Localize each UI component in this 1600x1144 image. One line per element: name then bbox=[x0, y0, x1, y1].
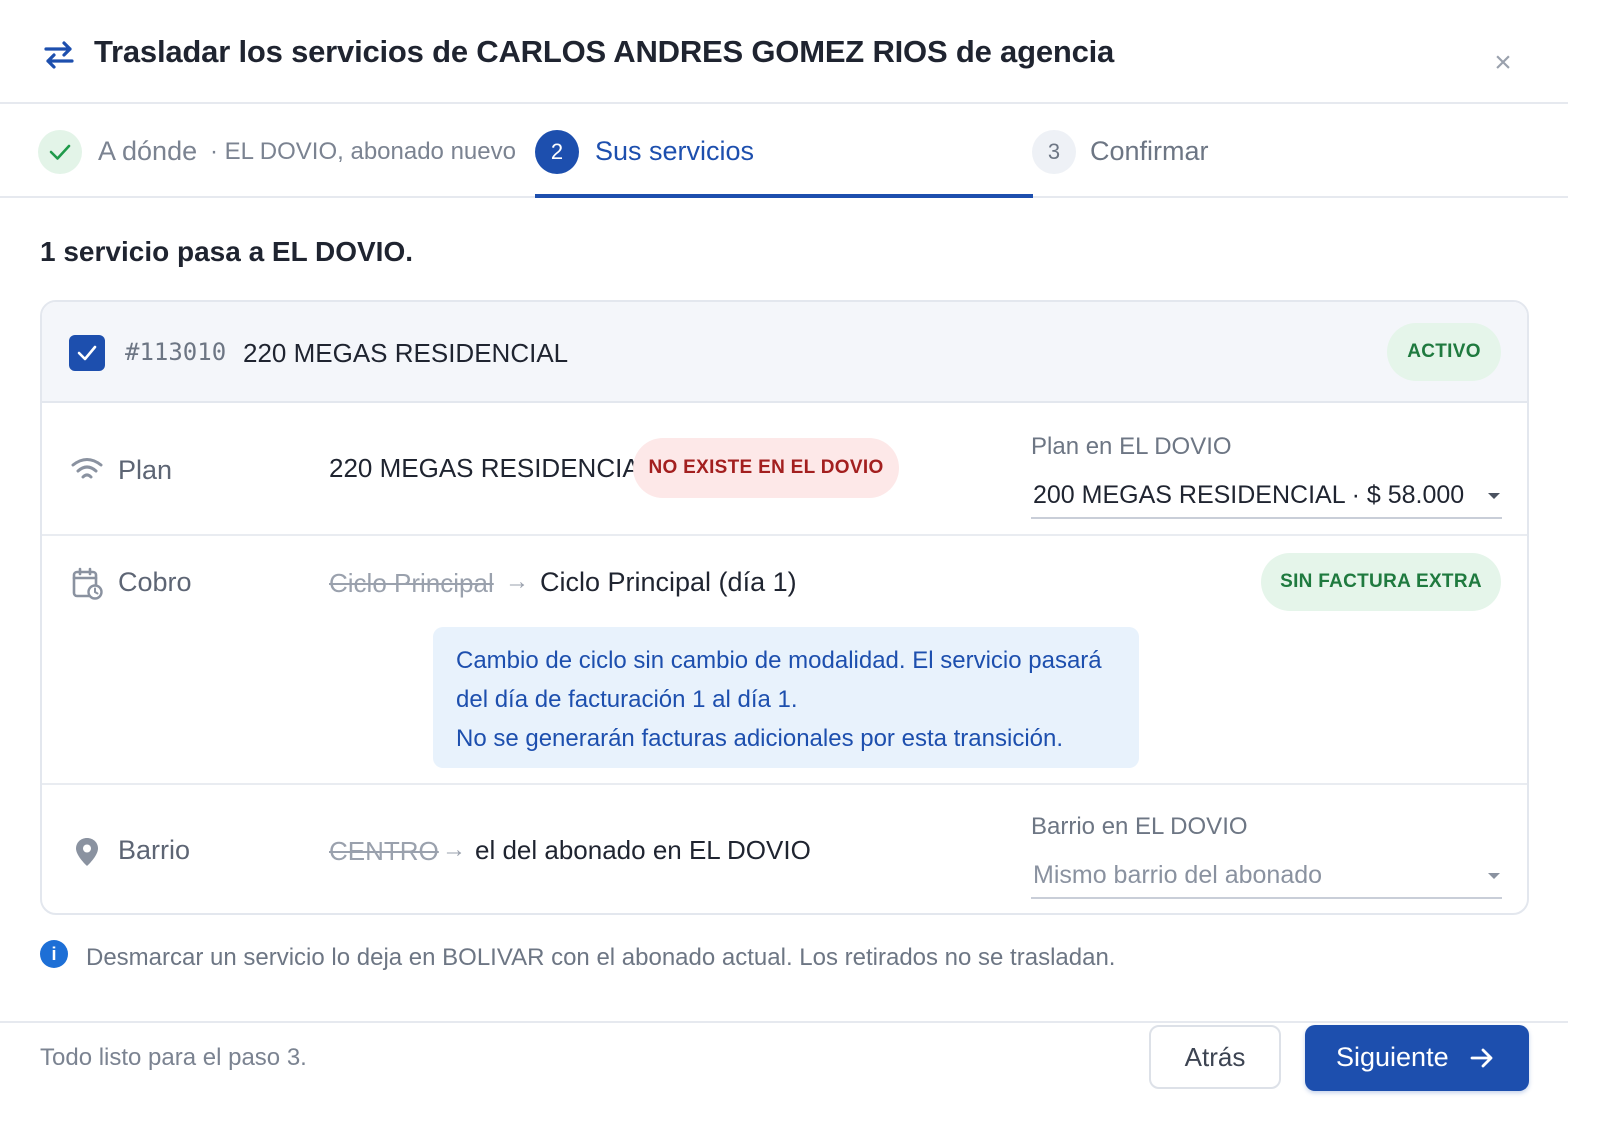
dialog-header: Trasladar los servicios de CARLOS ANDRES… bbox=[0, 0, 1568, 104]
plan-select-value: 200 MEGAS RESIDENCIAL · $ 58.000 bbox=[1033, 481, 1465, 509]
next-button[interactable]: Siguiente bbox=[1305, 1025, 1529, 1091]
service-checkbox[interactable] bbox=[69, 335, 105, 371]
service-id: #113010 bbox=[125, 338, 227, 366]
barrio-select[interactable]: Mismo barrio del abonado bbox=[1031, 857, 1502, 899]
calendar-refresh-icon bbox=[72, 567, 103, 600]
barrio-select-placeholder: Mismo barrio del abonado bbox=[1033, 861, 1323, 889]
cobro-row: Cobro Ciclo Principal → Ciclo Principal … bbox=[42, 536, 1527, 785]
footnote-text: Desmarcar un servicio lo deja en BOLIVAR… bbox=[86, 944, 1116, 971]
status-badge: ACTIVO bbox=[1387, 323, 1501, 381]
dialog-title: Trasladar los servicios de CARLOS ANDRES… bbox=[94, 34, 1115, 69]
no-extra-invoice-badge: SIN FACTURA EXTRA bbox=[1261, 553, 1501, 611]
chevron-down-icon bbox=[1488, 873, 1500, 879]
services-summary: 1 servicio pasa a EL DOVIO. bbox=[40, 236, 413, 267]
info-text: Cambio de ciclo sin cambio de modalidad.… bbox=[456, 647, 1102, 674]
stepper: A dónde · EL DOVIO, abonado nuevo 2 Sus … bbox=[0, 104, 1568, 198]
step-sus-servicios[interactable]: 2 Sus servicios bbox=[535, 104, 1033, 198]
arrow-right-icon: → bbox=[442, 836, 466, 863]
step-label: Confirmar bbox=[1090, 136, 1209, 166]
check-icon bbox=[38, 130, 82, 174]
service-card-header: #113010 220 MEGAS RESIDENCIAL ACTIVO bbox=[42, 302, 1527, 403]
step-label: A dónde bbox=[98, 136, 198, 166]
step-number: 3 bbox=[1032, 130, 1076, 174]
check-icon bbox=[77, 345, 97, 361]
step-a-donde[interactable]: A dónde · EL DOVIO, abonado nuevo bbox=[38, 104, 518, 198]
barrio-select-label: Barrio en EL DOVIO bbox=[1031, 813, 1248, 840]
info-text: No se generarán facturas adicionales por… bbox=[456, 725, 1064, 752]
cobro-label: Cobro bbox=[118, 567, 192, 597]
step-confirmar[interactable]: 3 Confirmar bbox=[1032, 104, 1332, 198]
footer-status: Todo listo para el paso 3. bbox=[40, 1044, 307, 1071]
new-neighborhood: el del abonado en EL DOVIO bbox=[475, 835, 811, 865]
arrow-right-icon: → bbox=[505, 568, 529, 595]
transfer-services-dialog: Trasladar los servicios de CARLOS ANDRES… bbox=[0, 0, 1568, 1122]
plan-missing-badge: NO EXISTE EN EL DOVIO bbox=[633, 438, 899, 498]
step-label: Sus servicios bbox=[595, 136, 755, 166]
back-button[interactable]: Atrás bbox=[1149, 1025, 1281, 1089]
swap-arrows-icon bbox=[44, 41, 74, 69]
close-icon[interactable]: × bbox=[1490, 48, 1516, 78]
step-number: 2 bbox=[535, 130, 579, 174]
plan-select[interactable]: 200 MEGAS RESIDENCIAL · $ 58.000 bbox=[1031, 477, 1502, 519]
wifi-icon bbox=[71, 458, 103, 479]
next-button-label: Siguiente bbox=[1336, 1042, 1449, 1072]
cycle-info-box: Cambio de ciclo sin cambio de modalidad.… bbox=[433, 627, 1139, 768]
barrio-label: Barrio bbox=[118, 835, 191, 865]
old-neighborhood: CENTRO bbox=[329, 836, 439, 866]
barrio-row: Barrio CENTRO → el del abonado en EL DOV… bbox=[42, 785, 1527, 913]
location-pin-icon bbox=[76, 838, 98, 866]
plan-select-label: Plan en EL DOVIO bbox=[1031, 433, 1232, 460]
step-detail: · EL DOVIO, abonado nuevo bbox=[210, 138, 516, 165]
old-cycle: Ciclo Principal bbox=[329, 568, 494, 598]
current-plan: 220 MEGAS RESIDENCIAL bbox=[329, 453, 655, 483]
service-card: #113010 220 MEGAS RESIDENCIAL ACTIVO Pla… bbox=[40, 300, 1529, 915]
service-name: 220 MEGAS RESIDENCIAL bbox=[243, 338, 569, 368]
new-cycle: Ciclo Principal (día 1) bbox=[540, 567, 797, 597]
arrow-right-icon bbox=[1470, 1048, 1493, 1068]
info-icon: i bbox=[40, 940, 68, 968]
plan-row: Plan 220 MEGAS RESIDENCIAL NO EXISTE EN … bbox=[42, 403, 1527, 536]
info-text: del día de facturación 1 al día 1. bbox=[456, 686, 798, 713]
dialog-footer: Todo listo para el paso 3. Atrás Siguien… bbox=[0, 1021, 1568, 1122]
chevron-down-icon bbox=[1488, 493, 1500, 499]
plan-label: Plan bbox=[118, 455, 173, 485]
